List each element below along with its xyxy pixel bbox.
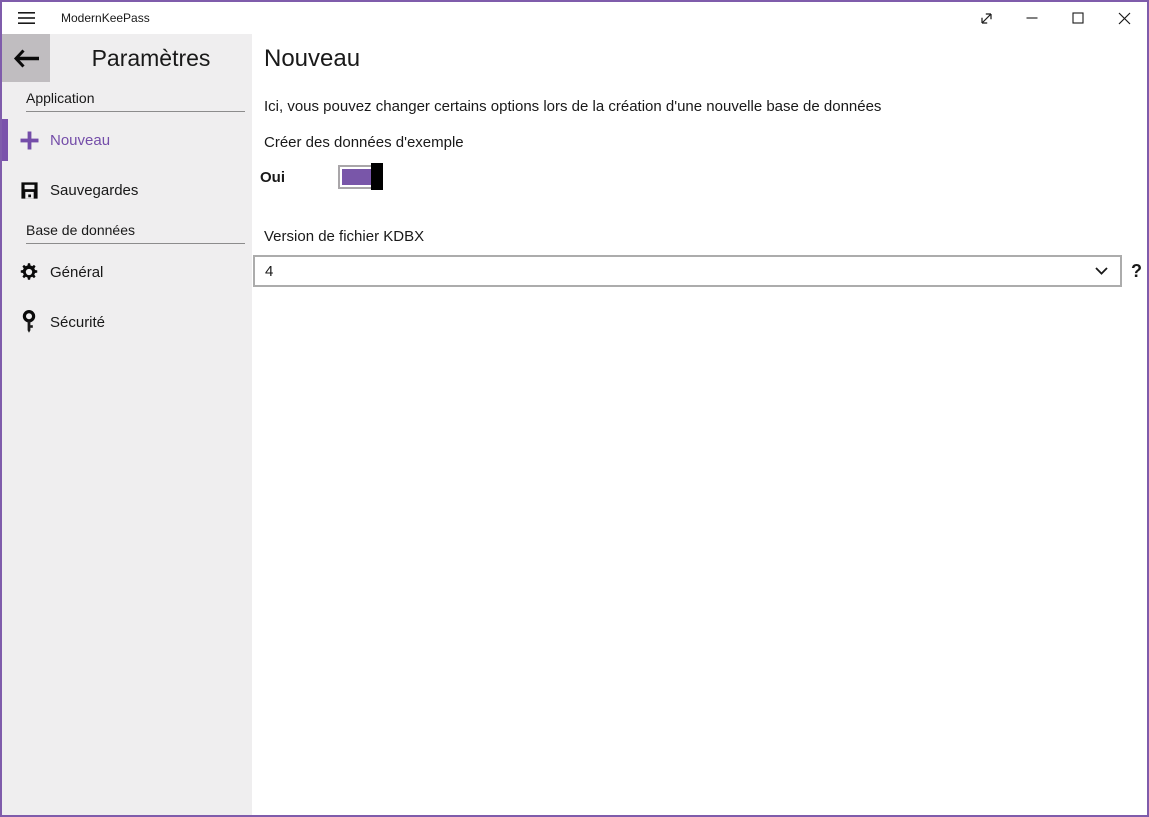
close-icon	[1118, 12, 1131, 25]
app-window: ModernKeePass	[0, 0, 1149, 817]
toggle-state-label: Oui	[260, 169, 338, 186]
page-title: Nouveau	[264, 43, 1147, 75]
kdbx-version-value: 4	[265, 263, 273, 280]
diagonal-resize-icon	[979, 11, 994, 26]
hamburger-menu-icon	[18, 11, 35, 25]
help-button[interactable]: ?	[1131, 261, 1142, 282]
toggle-knob[interactable]	[371, 163, 383, 190]
kdbx-version-label: Version de fichier KDBX	[264, 228, 1147, 245]
section-header-base-de-donnees: Base de données	[26, 222, 245, 244]
save-floppy-icon	[18, 181, 40, 200]
sidebar-item-label: Sauvegardes	[50, 182, 138, 199]
sidebar-item-label: Sécurité	[50, 314, 105, 331]
section-header-application: Application	[26, 90, 245, 112]
sample-data-toggle-row: Oui	[260, 163, 1147, 191]
sidebar-item-nouveau[interactable]: Nouveau	[2, 118, 252, 162]
fullscreen-button[interactable]	[963, 2, 1009, 34]
page-description: Ici, vous pouvez changer certains option…	[264, 98, 1147, 115]
settings-sidebar: Paramètres Application Nouveau	[2, 34, 252, 815]
key-icon	[18, 310, 40, 335]
sidebar-header: Paramètres	[2, 34, 252, 82]
maximize-icon	[1072, 12, 1084, 24]
settings-title: Paramètres	[50, 34, 252, 82]
sample-data-toggle[interactable]	[338, 165, 383, 189]
kdbx-version-row: 4 ?	[253, 255, 1147, 287]
window-title: ModernKeePass	[61, 11, 963, 25]
main-content: Nouveau Ici, vous pouvez changer certain…	[252, 34, 1147, 815]
sample-data-label: Créer des données d'exemple	[264, 134, 1147, 151]
sidebar-item-sauvegardes[interactable]: Sauvegardes	[2, 168, 252, 212]
sidebar-item-label: Général	[50, 264, 103, 281]
back-button[interactable]	[2, 34, 50, 82]
minimize-icon	[1026, 12, 1038, 24]
title-bar: ModernKeePass	[2, 2, 1147, 34]
sidebar-item-general[interactable]: Général	[2, 250, 252, 294]
window-controls	[963, 2, 1147, 34]
plus-icon	[18, 131, 40, 150]
back-arrow-icon	[13, 49, 40, 68]
chevron-down-icon	[1095, 267, 1108, 275]
toggle-fill	[342, 169, 374, 185]
kdbx-version-dropdown[interactable]: 4	[253, 255, 1122, 287]
close-button[interactable]	[1101, 2, 1147, 34]
hamburger-menu-button[interactable]	[2, 2, 50, 34]
maximize-button[interactable]	[1055, 2, 1101, 34]
sidebar-item-label: Nouveau	[50, 132, 110, 149]
sidebar-item-securite[interactable]: Sécurité	[2, 300, 252, 344]
gear-icon	[18, 262, 40, 282]
app-body: Paramètres Application Nouveau	[2, 34, 1147, 815]
minimize-button[interactable]	[1009, 2, 1055, 34]
